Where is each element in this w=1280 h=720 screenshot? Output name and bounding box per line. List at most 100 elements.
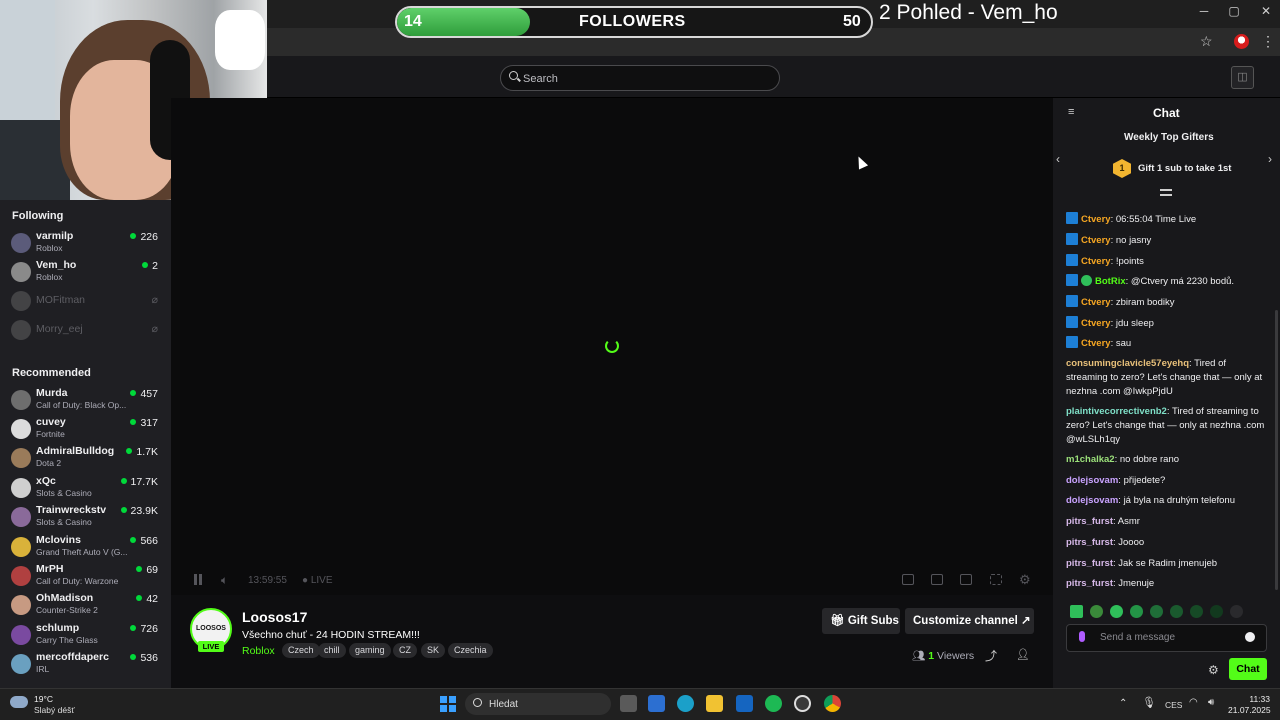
chat-username[interactable]: dolejsovam — [1066, 475, 1118, 486]
channel-category: Call of Duty: Black Op... — [36, 400, 127, 410]
chevron-left-icon[interactable]: ‹ — [1056, 152, 1060, 166]
chat-username[interactable]: Ctvery — [1081, 297, 1111, 308]
emote-bar[interactable] — [1070, 605, 1255, 619]
tray-overflow-icon[interactable]: ⌃ — [1119, 698, 1127, 709]
sidebar-item-schlump[interactable]: schlump Carry The Glass 726 — [0, 621, 171, 650]
network-icon[interactable]: ◠ — [1189, 697, 1198, 708]
chat-username[interactable]: pitrs_furst — [1066, 558, 1113, 569]
sidebar-item-mclovins[interactable]: Mclovins Grand Theft Auto V (G... 566 — [0, 533, 171, 562]
chevron-right-icon[interactable]: › — [1268, 152, 1272, 166]
emoji-icon[interactable] — [1245, 632, 1255, 642]
gift-subs-button[interactable]: 🎁︎ Gift Subs — [822, 608, 900, 634]
chat-username[interactable]: Ctvery — [1081, 318, 1111, 329]
tag-chip[interactable]: CZ — [393, 643, 417, 658]
sidebar-item-mercoffdaperc[interactable]: mercoffdaperc IRL 536 — [0, 650, 171, 679]
chat-settings-icon[interactable]: ⚙ — [1208, 663, 1219, 677]
taskbar-search[interactable] — [465, 693, 611, 715]
sidebar-item-xqc[interactable]: xQc Slots & Casino 17.7K — [0, 474, 171, 503]
keyboard-language[interactable]: CES — [1165, 700, 1182, 710]
minimize-button[interactable]: ─ — [1190, 4, 1218, 18]
emote-icon[interactable] — [1210, 605, 1223, 618]
sidebar-item-murda[interactable]: Murda Call of Duty: Black Op... 457 — [0, 386, 171, 415]
sidebar-item-mrph[interactable]: MrPH Call of Duty: Warzone 69 — [0, 562, 171, 591]
clock-date[interactable]: 21.07.2025 — [1228, 705, 1271, 715]
emote-icon[interactable] — [1170, 605, 1183, 618]
sidebar-item-varmilp[interactable]: varmilp Roblox 226 — [0, 229, 171, 258]
clip-icon[interactable] — [931, 574, 943, 585]
sidebar-item-trainwreckstv[interactable]: Trainwreckstv Slots & Casino 23.9K — [0, 503, 171, 532]
sidebar-item-cuvey[interactable]: cuvey Fortnite 317 — [0, 415, 171, 444]
pause-button[interactable] — [193, 574, 204, 586]
tag-chip[interactable]: SK — [421, 643, 446, 658]
emote-icon[interactable] — [1130, 605, 1143, 618]
tag-chip[interactable]: chill — [318, 643, 346, 658]
file-explorer-icon[interactable] — [706, 695, 723, 712]
live-dot-icon — [142, 262, 149, 268]
volume-icon[interactable]: 🔈︎ — [221, 573, 228, 588]
weather-icon[interactable] — [10, 696, 28, 708]
chat-username[interactable]: consumingclavicle57eyehq — [1066, 358, 1189, 369]
stream-category[interactable]: Roblox — [242, 645, 275, 657]
weather-desc[interactable]: Slabý déšť — [34, 705, 75, 715]
bookmark-star-icon[interactable]: ☆ — [1200, 33, 1213, 50]
browser-profile-icon[interactable] — [1234, 34, 1249, 49]
store-icon[interactable] — [648, 695, 665, 712]
share-icon[interactable]: ⤴ — [985, 647, 997, 664]
chat-username[interactable]: pitrs_furst — [1066, 578, 1113, 589]
chat-username[interactable]: Ctvery — [1081, 235, 1111, 246]
close-button[interactable]: ✕ — [1252, 4, 1280, 18]
weather-temp[interactable]: 19°C — [34, 694, 53, 704]
emote-icon[interactable] — [1070, 605, 1083, 618]
obs-icon[interactable] — [794, 695, 811, 712]
emote-icon[interactable] — [1090, 605, 1103, 618]
windows-start-icon[interactable] — [440, 696, 456, 712]
tag-chip[interactable]: Czechia — [448, 643, 493, 658]
mini-player-icon[interactable] — [902, 574, 914, 585]
chat-username[interactable]: plaintivecorrectivenb2 — [1066, 406, 1167, 417]
chat-send-button[interactable]: Chat — [1229, 658, 1267, 680]
chat-username[interactable]: BotRix — [1095, 276, 1126, 287]
theater-mode-icon[interactable] — [960, 574, 972, 585]
edge-icon[interactable] — [677, 695, 694, 712]
settings-gear-icon[interactable]: ⚙ — [1019, 572, 1031, 588]
emote-icon[interactable] — [1150, 605, 1163, 618]
channel-name[interactable]: Loosos17 — [242, 609, 307, 625]
collapse-chat-icon[interactable]: ≡ — [1068, 106, 1074, 118]
outlook-icon[interactable] — [736, 695, 753, 712]
chat-username[interactable]: pitrs_furst — [1066, 516, 1113, 527]
chat-username[interactable]: Ctvery — [1081, 214, 1111, 225]
emote-icon[interactable] — [1230, 605, 1243, 618]
chat-username[interactable]: Ctvery — [1081, 338, 1111, 349]
chat-scrollbar[interactable] — [1275, 310, 1278, 590]
tag-chip[interactable]: Czech — [282, 643, 320, 658]
chrome-icon[interactable] — [824, 695, 841, 712]
sidebar-item-admiralbulldog[interactable]: AdmiralBulldog Dota 2 1.7K — [0, 444, 171, 473]
chat-username[interactable]: Ctvery — [1081, 256, 1111, 267]
sidebar-item-morry-eej[interactable]: Morry_eej ⌀ — [0, 316, 171, 345]
user-card-icon[interactable]: 👤︎ — [1016, 648, 1030, 661]
sidebar-item-vem-ho[interactable]: Vem_ho Roblox 2 — [0, 258, 171, 287]
maximize-button[interactable]: ▢ — [1220, 4, 1248, 18]
chat-username[interactable]: m1chalka2 — [1066, 454, 1115, 465]
sidebar-item-ohmadison[interactable]: OhMadison Counter-Strike 2 42 — [0, 591, 171, 620]
customize-channel-button[interactable]: Customize channel ↗ — [905, 608, 1034, 634]
mic-icon[interactable] — [1079, 631, 1085, 642]
pinned-expand-icon[interactable] — [1160, 189, 1172, 196]
emote-icon[interactable] — [1110, 605, 1123, 618]
tag-chip[interactable]: gaming — [349, 643, 391, 658]
volume-icon[interactable]: 🔊︎ — [1208, 697, 1214, 708]
chat-username[interactable]: pitrs_furst — [1066, 537, 1113, 548]
chat-username[interactable]: dolejsovam — [1066, 495, 1118, 506]
tray-mic-icon[interactable]: 🎙︎ — [1142, 696, 1156, 709]
fullscreen-icon[interactable] — [990, 574, 1002, 585]
sidebar-item-mofitman[interactable]: MOFitman ⌀ — [0, 287, 171, 316]
clock-time[interactable]: 11:33 — [1234, 694, 1270, 704]
browser-menu-icon[interactable]: ⋮ — [1261, 33, 1275, 50]
user-menu-icon[interactable]: ◫ — [1231, 66, 1254, 89]
viewer-count: 42 — [136, 593, 158, 605]
gift-cta[interactable]: Gift 1 sub to take 1st — [1138, 163, 1231, 174]
subscriber-badge-icon — [1066, 336, 1078, 348]
spotify-icon[interactable] — [765, 695, 782, 712]
emote-icon[interactable] — [1190, 605, 1203, 618]
task-view-icon[interactable] — [620, 695, 637, 712]
